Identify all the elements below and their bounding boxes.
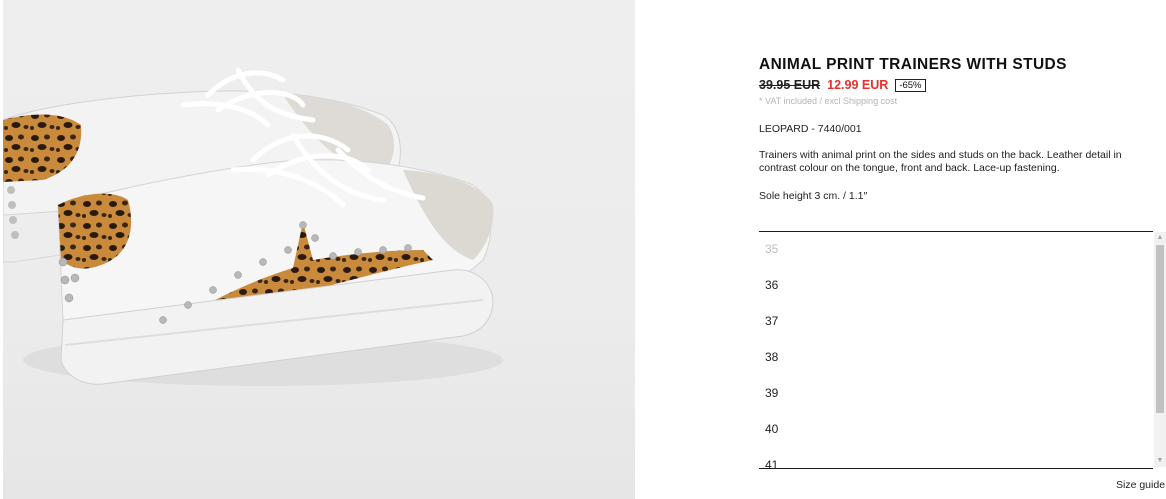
size-option-37[interactable]: 37 (759, 303, 1153, 339)
product-title: ANIMAL PRINT TRAINERS WITH STUDS (759, 56, 1067, 73)
sole-height: Sole height 3 cm. / 1.1″ (759, 190, 868, 202)
product-description: Trainers with animal print on the sides … (759, 149, 1122, 174)
size-option-38[interactable]: 38 (759, 339, 1153, 375)
size-option-41[interactable]: 41 (759, 447, 1153, 468)
scrollbar-thumb[interactable] (1156, 245, 1164, 413)
triangle-up-icon[interactable]: ▲ (1154, 232, 1166, 244)
sale-price: 12.99 EUR (827, 78, 889, 92)
old-price: 39.95 EUR (759, 78, 821, 92)
price-row: 39.95 EUR 12.99 EUR -65% (759, 77, 1159, 93)
product-image[interactable] (3, 0, 635, 499)
colour-reference: LEOPARD - 7440/001 (759, 123, 862, 135)
size-option-40[interactable]: 40 (759, 411, 1153, 447)
size-selector[interactable]: 35 36 37 38 39 40 41 (759, 231, 1153, 469)
triangle-down-icon[interactable]: ▼ (1154, 455, 1166, 467)
vat-note: * VAT included / excl Shipping cost (759, 96, 898, 106)
size-option-35: 35 (765, 242, 779, 256)
product-page: ANIMAL PRINT TRAINERS WITH STUDS 39.95 E… (0, 0, 1166, 499)
size-guide-link[interactable]: Size guide (1116, 479, 1165, 491)
size-option-36[interactable]: 36 (759, 267, 1153, 303)
size-list: 35 36 37 38 39 40 41 (759, 232, 1153, 468)
product-info: ANIMAL PRINT TRAINERS WITH STUDS 39.95 E… (759, 56, 1159, 202)
sneakers-illustration (3, 67, 503, 386)
discount-badge: -65% (895, 78, 926, 92)
size-option-39[interactable]: 39 (759, 375, 1153, 411)
size-list-scrollbar[interactable]: ▲ ▼ (1154, 232, 1166, 467)
